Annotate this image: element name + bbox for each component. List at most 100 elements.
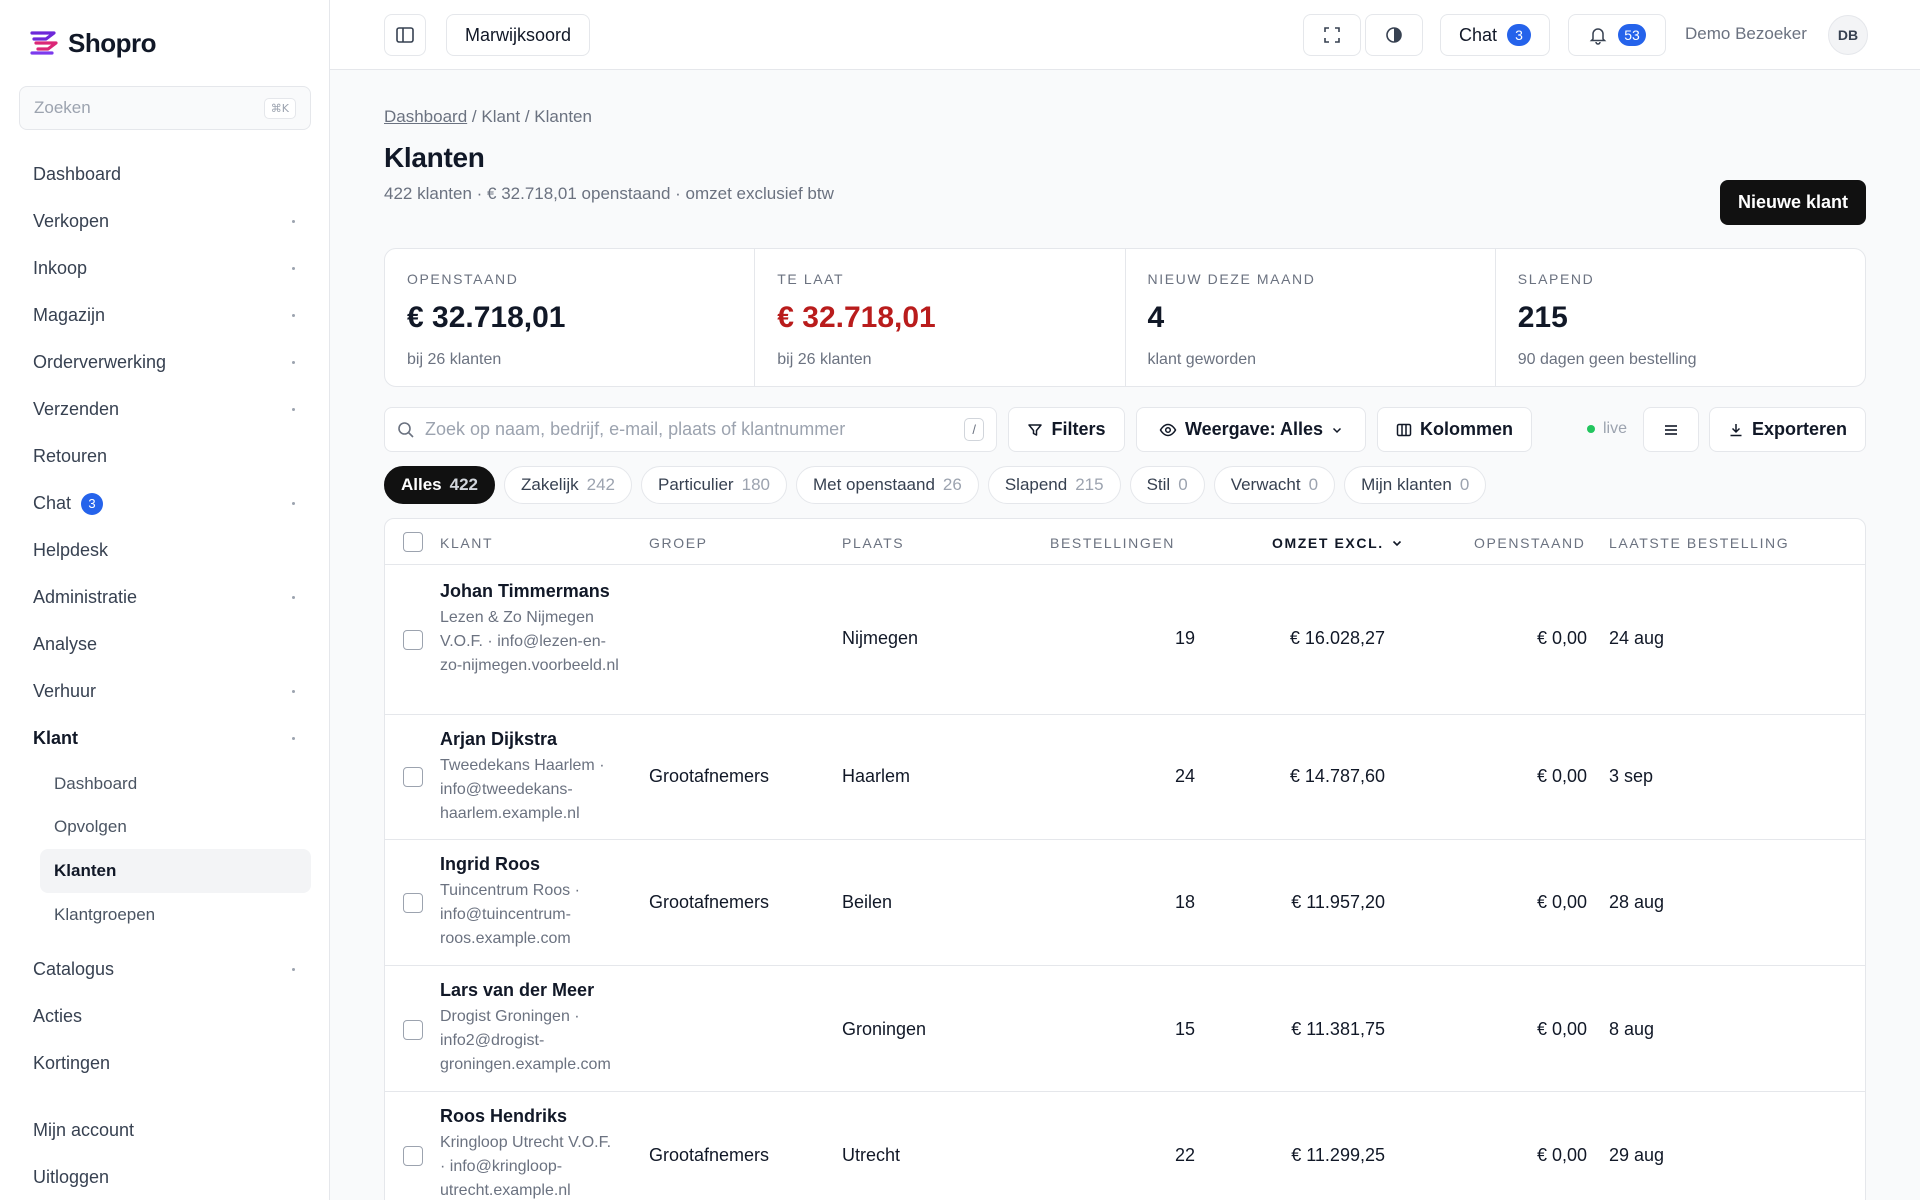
chip-stil[interactable]: Stil 0 (1129, 466, 1205, 504)
row-checkbox[interactable] (403, 1020, 423, 1040)
chip-alles[interactable]: Alles 422 (384, 466, 496, 504)
revenue-cell: € 14.787,60 (1289, 766, 1385, 786)
density-button[interactable] (1643, 407, 1699, 452)
column-header-bestellingen[interactable]: BESTELLINGEN (1050, 535, 1175, 551)
select-all-checkbox[interactable] (403, 532, 423, 552)
table-row[interactable]: Ingrid Roos Tuincentrum Roos · info@tuin… (385, 840, 1865, 966)
column-header-openstaand[interactable]: OPENSTAAND (1474, 535, 1585, 551)
last-order-cell: 28 aug (1609, 892, 1665, 912)
table-row[interactable]: Arjan Dijkstra Tweedekans Haarlem · info… (385, 715, 1865, 840)
sidebar-item-catalogus[interactable]: Catalogus (19, 946, 311, 993)
sidebar-toggle-button[interactable] (384, 14, 426, 56)
sidebar-item-helpdesk[interactable]: Helpdesk (19, 527, 311, 574)
chip-count: 180 (741, 475, 770, 494)
sidebar-item-inkoop[interactable]: Inkoop (19, 245, 311, 292)
sidebar-item-magazijn[interactable]: Magazijn (19, 292, 311, 339)
sidebar-item-label: Mijn account (33, 1120, 135, 1141)
table-row[interactable]: Roos Hendriks Kringloop Utrecht V.O.F. ·… (385, 1092, 1865, 1200)
row-checkbox[interactable] (403, 630, 423, 650)
row-checkbox[interactable] (403, 1146, 423, 1166)
chat-badge: 3 (1507, 24, 1532, 46)
location-button[interactable]: Marwijksoord (446, 14, 590, 56)
chat-button[interactable]: Chat 3 (1440, 14, 1550, 56)
city-cell: Beilen (842, 892, 893, 912)
sidebar-search[interactable]: ⌘K (19, 86, 311, 130)
column-header-laatste-bestelling[interactable]: LAATSTE BESTELLING (1609, 535, 1789, 551)
breadcrumb-link-dashboard[interactable]: Dashboard (384, 107, 467, 126)
customer-name[interactable]: Johan Timmermans (440, 581, 620, 602)
customer-name[interactable]: Ingrid Roos (440, 854, 620, 875)
sidebar-item-dashboard[interactable]: Dashboard (19, 151, 311, 198)
notifications-button[interactable]: 53 (1568, 14, 1666, 56)
chip-zakelijk[interactable]: Zakelijk 242 (504, 466, 633, 504)
sidebar-item-logout[interactable]: Uitloggen (19, 1154, 311, 1200)
customer-meta: Drogist Groningen · info2@drogist-gronin… (440, 1008, 611, 1073)
chip-label: Verwacht (1230, 475, 1301, 494)
chip-verwacht[interactable]: Verwacht 0 (1213, 466, 1336, 504)
stat-openstaand[interactable]: OPENSTAAND € 32.718,01 bij 26 klanten (385, 249, 756, 386)
chip-label: Slapend (1004, 475, 1068, 494)
chip-particulier[interactable]: Particulier 180 (641, 466, 787, 504)
chip-met-openstaand[interactable]: Met openstaand 26 (795, 466, 979, 504)
sidebar-search-input[interactable] (34, 98, 264, 118)
subnav-item-klanten[interactable]: Klanten (40, 849, 311, 893)
view-select-button[interactable]: Weergave: Alles (1136, 407, 1366, 452)
breadcrumb-klant[interactable]: Klant (481, 107, 520, 126)
chip-slapend[interactable]: Slapend 215 (987, 466, 1121, 504)
outstanding-cell: € 0,00 (1536, 892, 1587, 912)
logo[interactable]: Shopro (28, 28, 157, 59)
stat-te-laat[interactable]: TE LAAT € 32.718,01 bij 26 klanten (755, 249, 1126, 386)
column-header-klant[interactable]: KLANT (440, 535, 493, 551)
orders-cell: 15 (1174, 1019, 1195, 1039)
sidebar-item-klant[interactable]: Klant (19, 715, 311, 762)
table-row[interactable]: Johan Timmermans Lezen & Zo Nijmegen V.O… (385, 565, 1865, 715)
revenue-cell: € 11.299,25 (1291, 1145, 1385, 1165)
customer-search-input[interactable] (425, 419, 965, 440)
column-header-omzet[interactable]: OMZET EXCL. (1272, 535, 1403, 551)
sidebar-item-retouren[interactable]: Retouren (19, 433, 311, 480)
last-order-cell: 8 aug (1609, 1019, 1655, 1039)
sidebar-item-administratie[interactable]: Administratie (19, 574, 311, 621)
stat-slapend[interactable]: SLAPEND 215 90 dagen geen bestelling (1496, 249, 1865, 386)
row-checkbox[interactable] (403, 767, 423, 787)
expand-dot-icon (292, 408, 295, 411)
search-shortcut-hint: ⌘K (263, 97, 296, 119)
table-row[interactable]: Lars van der Meer Drogist Groningen · in… (385, 966, 1865, 1092)
subnav-item-opvolgen[interactable]: Opvolgen (40, 806, 311, 850)
filter-icon (1028, 423, 1043, 436)
row-checkbox[interactable] (403, 893, 423, 913)
last-order-cell: 29 aug (1609, 1145, 1665, 1165)
subnav-item-dashboard[interactable]: Dashboard (40, 762, 311, 806)
export-button[interactable]: Exporteren (1709, 407, 1866, 452)
shopro-logo-icon (30, 30, 58, 55)
customer-search[interactable]: / (384, 407, 997, 452)
subnav-item-klantgroepen[interactable]: Klantgroepen (40, 893, 311, 937)
chip-mijn-klanten[interactable]: Mijn klanten 0 (1344, 466, 1487, 504)
sidebar-item-chat[interactable]: Chat 3 (19, 480, 311, 527)
customer-name[interactable]: Roos Hendriks (440, 1106, 620, 1127)
column-header-groep[interactable]: GROEP (649, 535, 708, 551)
fullscreen-button[interactable] (1303, 14, 1361, 56)
sidebar-item-verkopen[interactable]: Verkopen (19, 198, 311, 245)
avatar[interactable]: DB (1828, 15, 1868, 55)
stat-nieuw[interactable]: NIEUW DEZE MAAND 4 klant geworden (1126, 249, 1496, 386)
customer-name[interactable]: Arjan Dijkstra (440, 729, 620, 750)
customer-name[interactable]: Lars van der Meer (440, 980, 620, 1001)
sidebar-item-verzenden[interactable]: Verzenden (19, 386, 311, 433)
sidebar-item-kortingen[interactable]: Kortingen (19, 1040, 311, 1087)
filters-button[interactable]: Filters (1008, 407, 1125, 452)
new-customer-button[interactable]: Nieuwe klant (1719, 180, 1866, 225)
sidebar-item-analyse[interactable]: Analyse (19, 621, 311, 668)
sidebar-item-orderverwerking[interactable]: Orderverwerking (19, 339, 311, 386)
theme-toggle-button[interactable] (1365, 14, 1423, 56)
columns-button[interactable]: Kolommen (1377, 407, 1532, 452)
sidebar-item-account[interactable]: Mijn account (19, 1107, 311, 1154)
orders-cell: 19 (1174, 628, 1195, 648)
view-label: Weergave: Alles (1184, 419, 1324, 439)
sidebar: Shopro ⌘K Dashboard Verkopen Inkoop Maga… (0, 0, 330, 1200)
user-name[interactable]: Demo Bezoeker (1685, 24, 1807, 44)
sidebar-item-acties[interactable]: Acties (19, 993, 311, 1040)
column-header-plaats[interactable]: PLAATS (842, 535, 904, 551)
sidebar-item-verhuur[interactable]: Verhuur (19, 668, 311, 715)
city-cell: Haarlem (842, 766, 911, 786)
